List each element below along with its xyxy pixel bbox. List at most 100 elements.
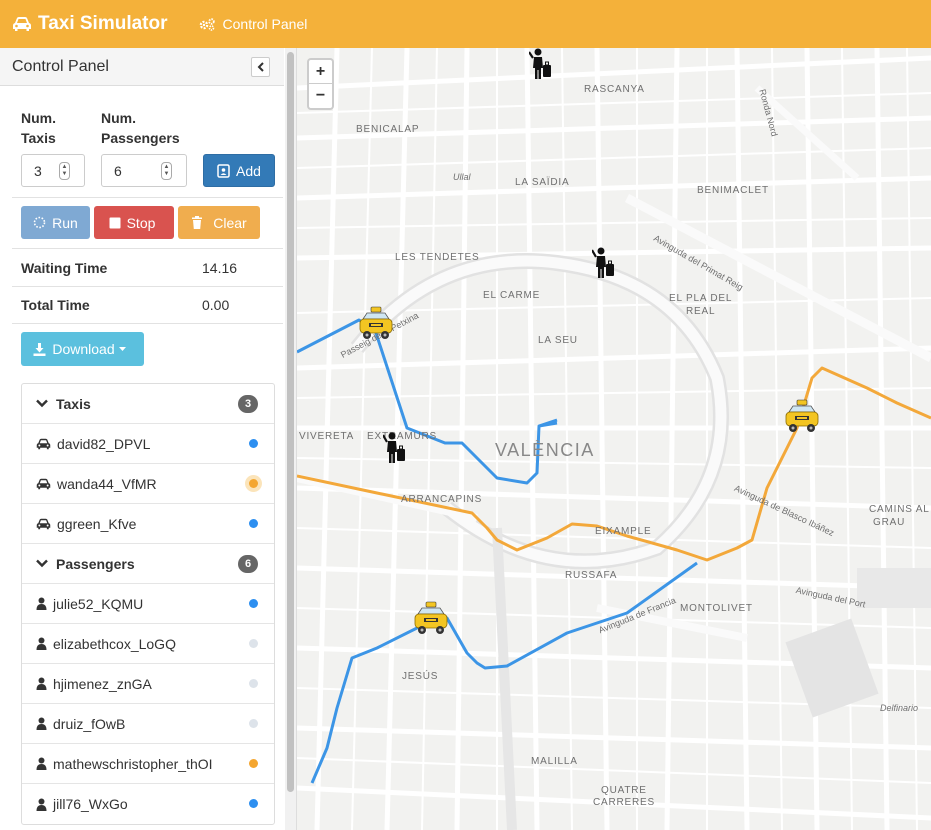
car-icon [36,478,51,490]
status-dot [249,439,258,448]
entity-list: Taxis 3 david82_DPVL wanda44_VfMR ggreen… [21,383,275,825]
passenger-marker[interactable] [382,430,409,471]
map-label: Ullal [453,172,471,182]
taxis-stepper[interactable]: ▲ ▼ [59,162,70,180]
user-icon [36,637,47,650]
passengers-stepper[interactable]: ▲ ▼ [161,162,172,180]
panel-title: Control Panel [12,57,109,75]
list-item-passenger[interactable]: mathewschristopher_thOI [22,744,274,784]
status-dot [249,599,258,608]
passenger-name: jill76_WxGo [53,796,128,812]
spinner-icon [33,216,52,229]
taxi-marker[interactable] [412,600,450,641]
download-icon [33,342,52,356]
waiting-time-label: Waiting Time [21,260,108,276]
status-dot [249,519,258,528]
list-item-taxi[interactable]: ggreen_Kfve [22,504,274,544]
person-with-luggage-icon [528,48,555,84]
list-item-passenger[interactable]: jill76_WxGo [22,784,274,824]
panel-header: Control Panel [0,48,284,86]
passenger-marker[interactable] [528,48,555,85]
map-label: JESÚS [402,671,439,682]
city-name-label: VALÈNCIA [495,440,595,460]
divider [12,323,283,324]
num-passengers-label-line2: Passengers [101,130,180,146]
app-brand[interactable]: Taxi Simulator [12,13,168,35]
list-item-taxi[interactable]: wanda44_VfMR [22,464,274,504]
divider [12,286,283,287]
caret-down-icon [118,347,132,351]
sidebar-scrollbar-thumb[interactable] [287,52,294,792]
person-with-luggage-icon [382,432,409,470]
status-dot [249,719,258,728]
map-label: QUATRE [601,785,647,796]
nav-control-panel[interactable]: Control Panel [198,16,308,32]
map-label: ARRANCAPINS [401,494,483,505]
map-label: VIVERETA [299,431,355,442]
run-button[interactable]: Run [21,206,90,239]
trash-icon [191,216,209,229]
list-item-passenger[interactable]: druiz_fOwB [22,704,274,744]
zoom-in-button[interactable]: + [309,60,332,84]
map-label: MALILLA [531,756,578,767]
status-dot [249,799,258,808]
collapse-panel-button[interactable] [251,56,270,77]
map-label: CARRERES [593,797,655,808]
car-icon [36,518,51,530]
list-item-passenger[interactable]: hjimenez_znGA [22,664,274,704]
stop-button-label: Stop [126,214,156,231]
passengers-group-header[interactable]: Passengers 6 [22,544,274,584]
map-label: RASCANYA [584,84,645,95]
nav-control-panel-label: Control Panel [222,16,308,32]
list-item-taxi[interactable]: david82_DPVL [22,424,274,464]
app-title: Taxi Simulator [38,13,168,34]
car-icon [36,438,51,450]
total-time-value: 0.00 [202,297,230,313]
map-label: EL PLA DEL [669,293,733,304]
waiting-time-value: 14.16 [202,260,238,276]
person-with-luggage-icon [591,247,618,285]
user-icon [36,717,47,730]
passenger-name: hjimenez_znGA [53,675,152,692]
cogs-icon [198,17,223,31]
map-label: LA SEU [538,335,578,346]
divider [12,197,283,198]
add-user-icon [217,163,236,178]
user-icon [36,597,47,610]
stop-icon [109,217,127,229]
num-passengers-label-line1: Num. [101,110,136,126]
list-item-passenger[interactable]: julie52_KQMU [22,584,274,624]
zoom-out-button[interactable]: − [309,84,332,108]
num-passengers-input[interactable]: 6 ▲ ▼ [101,154,187,187]
num-taxis-label: Num. Taxis [21,108,56,148]
city-map[interactable]: RASCANYA BENICALAP LA SAÏDIA BENIMACLET … [297,48,931,830]
status-dot [249,639,258,648]
map-label: LA SAÏDIA [515,177,570,188]
passenger-marker[interactable] [591,245,618,286]
num-taxis-label-line2: Taxis [21,130,56,146]
status-dot [249,759,258,768]
clear-button-label: Clear [213,214,247,231]
taxi-marker[interactable] [783,398,821,439]
taxis-group-header[interactable]: Taxis 3 [22,384,274,424]
num-passengers-label: Num. Passengers [101,108,180,148]
control-panel-sidebar: Control Panel Num. Taxis Num. Passengers… [0,48,297,830]
divider [12,248,283,249]
map-label: Delfinario [880,703,919,713]
taxi-marker[interactable] [357,305,395,346]
taxis-group-label: Taxis [56,395,91,412]
user-icon [36,798,47,811]
map-label: MONTOLIVET [680,603,753,614]
num-taxis-input[interactable]: 3 ▲ ▼ [21,154,85,187]
taxi-name: ggreen_Kfve [57,515,137,532]
list-item-passenger[interactable]: elizabethcox_LoGQ [22,624,274,664]
passenger-name: julie52_KQMU [53,595,144,612]
download-dropdown-button[interactable]: Download [21,332,144,366]
add-button[interactable]: Add [203,154,275,187]
status-dot [249,479,258,488]
stop-button[interactable]: Stop [94,206,174,239]
clear-button[interactable]: Clear [178,206,260,239]
taxi-icon [783,399,821,438]
total-time-label: Total Time [21,297,90,313]
passengers-count-badge: 6 [238,555,258,573]
